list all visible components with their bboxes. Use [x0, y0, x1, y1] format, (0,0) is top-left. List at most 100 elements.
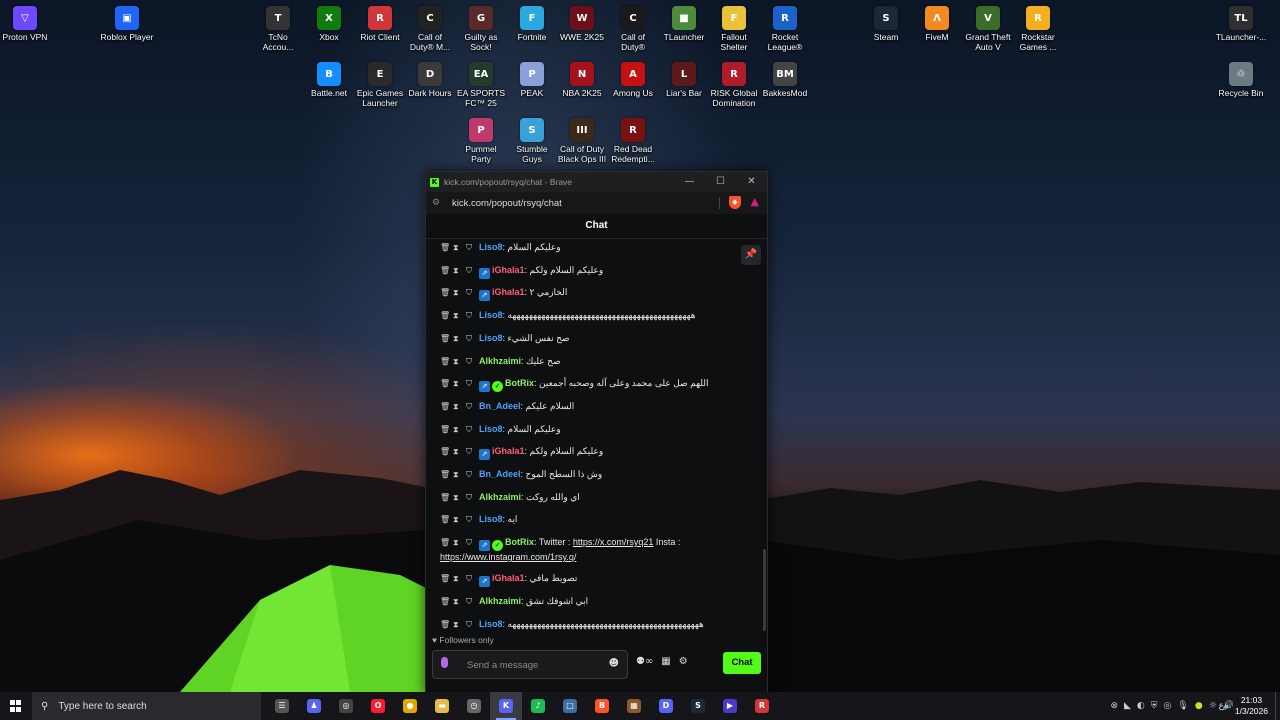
timeout-icon[interactable]: ⧗ [453, 491, 466, 504]
clock[interactable]: 21:03 1/3/2026 [1235, 695, 1268, 717]
timeout-icon[interactable]: ⧗ [453, 513, 466, 526]
chat-link[interactable]: https://www.instagram.com/1rsy.q/ [440, 552, 576, 562]
taskbar-app-play-app[interactable]: ▶ [714, 692, 746, 720]
taskbar-app-steam[interactable]: S [682, 692, 714, 720]
ban-shield-icon[interactable]: ⛉ [466, 332, 479, 345]
timeout-icon[interactable]: ⧗ [453, 445, 466, 458]
timeout-icon[interactable]: ⧗ [453, 572, 466, 585]
chat-username[interactable]: Alkhzaimi [479, 492, 521, 502]
delete-icon[interactable]: 🗑 [440, 377, 453, 390]
timeout-icon[interactable]: ⧗ [453, 377, 466, 390]
ban-shield-icon[interactable]: ⛉ [466, 264, 479, 277]
ban-shield-icon[interactable]: ⛉ [466, 423, 479, 436]
site-settings-icon[interactable]: ⚙ [432, 198, 446, 208]
delete-icon[interactable]: 🗑 [440, 400, 453, 413]
taskbar-search[interactable]: ⚲ Type here to search [32, 692, 261, 720]
taskbar-app-paint-app[interactable]: ▦ [618, 692, 650, 720]
desktop-icon-roblox[interactable]: ▣ Roblox Player [96, 6, 158, 42]
desktop-icon-recycle-bin[interactable]: ♲ Recycle Bin [1210, 62, 1272, 98]
timeout-icon[interactable]: ⧗ [453, 309, 466, 322]
delete-icon[interactable]: 🗑 [440, 491, 453, 504]
chat-username[interactable]: Liso8 [479, 514, 503, 524]
ban-shield-icon[interactable]: ⛉ [466, 513, 479, 526]
chat-username[interactable]: Liso8 [479, 310, 503, 320]
chat-username[interactable]: iGhala1 [492, 265, 525, 275]
delete-icon[interactable]: 🗑 [440, 309, 453, 322]
ban-shield-icon[interactable]: ⛉ [466, 595, 479, 608]
taskbar-app-window-app[interactable]: □ [554, 692, 586, 720]
chat-username[interactable]: Liso8 [479, 619, 503, 629]
ban-shield-icon[interactable]: ⛉ [466, 241, 479, 254]
delete-icon[interactable]: 🗑 [440, 241, 453, 254]
timeout-icon[interactable]: ⧗ [453, 595, 466, 608]
message-input[interactable] [465, 656, 609, 674]
emoji-icon[interactable]: ☻ [609, 658, 619, 669]
ban-shield-icon[interactable]: ⛉ [466, 572, 479, 585]
ban-shield-icon[interactable]: ⛉ [466, 400, 479, 413]
delete-icon[interactable]: 🗑 [440, 264, 453, 277]
input-language[interactable]: ع [1219, 692, 1224, 720]
chat-username[interactable]: Liso8 [479, 424, 503, 434]
send-chat-button[interactable]: Chat [723, 652, 761, 674]
ban-shield-icon[interactable]: ⛉ [466, 618, 479, 631]
timeout-icon[interactable]: ⧗ [453, 264, 466, 277]
taskbar-app-brave[interactable]: B [586, 692, 618, 720]
taskbar-app-file-explorer[interactable]: ▬ [426, 692, 458, 720]
desktop-icon-rocket-league[interactable]: R Rocket League® [754, 6, 816, 52]
title-bar[interactable]: K kick.com/popout/rsyq/chat - Brave — ☐ … [426, 172, 767, 192]
chat-username[interactable]: iGhala1 [492, 287, 525, 297]
microphone-icon[interactable] [441, 657, 448, 668]
desktop-icon-red-dead[interactable]: R Red Dead Redempti... [602, 118, 664, 164]
delete-icon[interactable]: 🗑 [440, 536, 453, 549]
close-button[interactable]: ✕ [736, 172, 767, 192]
nvidia-tray-icon[interactable]: ◣ [1124, 701, 1131, 711]
ban-shield-icon[interactable]: ⛉ [466, 445, 479, 458]
taskbar-app-kick-app[interactable]: K [490, 692, 522, 720]
xbox-tray-icon[interactable]: ⊗ [1110, 701, 1118, 711]
delete-icon[interactable]: 🗑 [440, 513, 453, 526]
delete-icon[interactable]: 🗑 [440, 332, 453, 345]
store-icon[interactable]: ▦ [661, 656, 670, 667]
timeout-icon[interactable]: ⧗ [453, 400, 466, 413]
desktop-icon-rockstar[interactable]: R Rockstar Games ... [1007, 6, 1069, 52]
delete-icon[interactable]: 🗑 [440, 445, 453, 458]
timeout-icon[interactable]: ⧗ [453, 241, 466, 254]
ban-shield-icon[interactable]: ⛉ [466, 536, 479, 549]
show-desktop-button[interactable] [1275, 692, 1280, 720]
network-icon[interactable]: ☼ [1209, 701, 1217, 711]
timeout-icon[interactable]: ⧗ [453, 286, 466, 299]
delete-icon[interactable]: 🗑 [440, 468, 453, 481]
volume-icon[interactable]: 🔊 [1223, 701, 1234, 711]
pin-icon[interactable]: 📌 [741, 245, 761, 265]
taskbar-app-clock-app[interactable]: ◷ [458, 692, 490, 720]
taskbar-app-task-view[interactable]: ☰ [266, 692, 298, 720]
ban-shield-icon[interactable]: ⛉ [466, 491, 479, 504]
timeout-icon[interactable]: ⧗ [453, 468, 466, 481]
timeout-icon[interactable]: ⧗ [453, 536, 466, 549]
ban-shield-icon[interactable]: ⛉ [466, 377, 479, 390]
ban-shield-icon[interactable]: ⛉ [466, 355, 479, 368]
chat-username[interactable]: BotRix [505, 378, 534, 388]
chat-username[interactable]: Liso8 [479, 242, 503, 252]
desktop-icon-proton-vpn[interactable]: ▽ Proton VPN [0, 6, 56, 42]
chat-link[interactable]: https://x.com/rsyq21 [573, 537, 654, 547]
ban-shield-icon[interactable]: ⛉ [466, 286, 479, 299]
desktop-icon-bakkesmod[interactable]: BM BakkesMod [754, 62, 816, 98]
chat-username[interactable]: iGhala1 [492, 573, 525, 583]
timeout-icon[interactable]: ⧗ [453, 618, 466, 631]
url-text[interactable]: kick.com/popout/rsyq/chat [452, 198, 562, 209]
mic-tray-icon[interactable]: 🎙 [1177, 701, 1188, 711]
status-tray-icon[interactable]: ● [1195, 701, 1203, 711]
scrollbar[interactable] [763, 549, 766, 631]
ban-shield-icon[interactable]: ⛉ [466, 309, 479, 322]
chat-username[interactable]: iGhala1 [492, 446, 525, 456]
timeout-icon[interactable]: ⧗ [453, 355, 466, 368]
delete-icon[interactable]: 🗑 [440, 286, 453, 299]
start-button[interactable] [0, 692, 32, 720]
desktop-icon-tlauncher-2[interactable]: TL TLauncher-... [1210, 6, 1272, 42]
taskbar-app-spotify[interactable]: ♪ [522, 692, 554, 720]
chat-username[interactable]: Bn_Adeel [479, 401, 521, 411]
delete-icon[interactable]: 🗑 [440, 423, 453, 436]
chat-username[interactable]: BotRix [505, 537, 534, 547]
taskbar-app-chrome[interactable]: ● [394, 692, 426, 720]
